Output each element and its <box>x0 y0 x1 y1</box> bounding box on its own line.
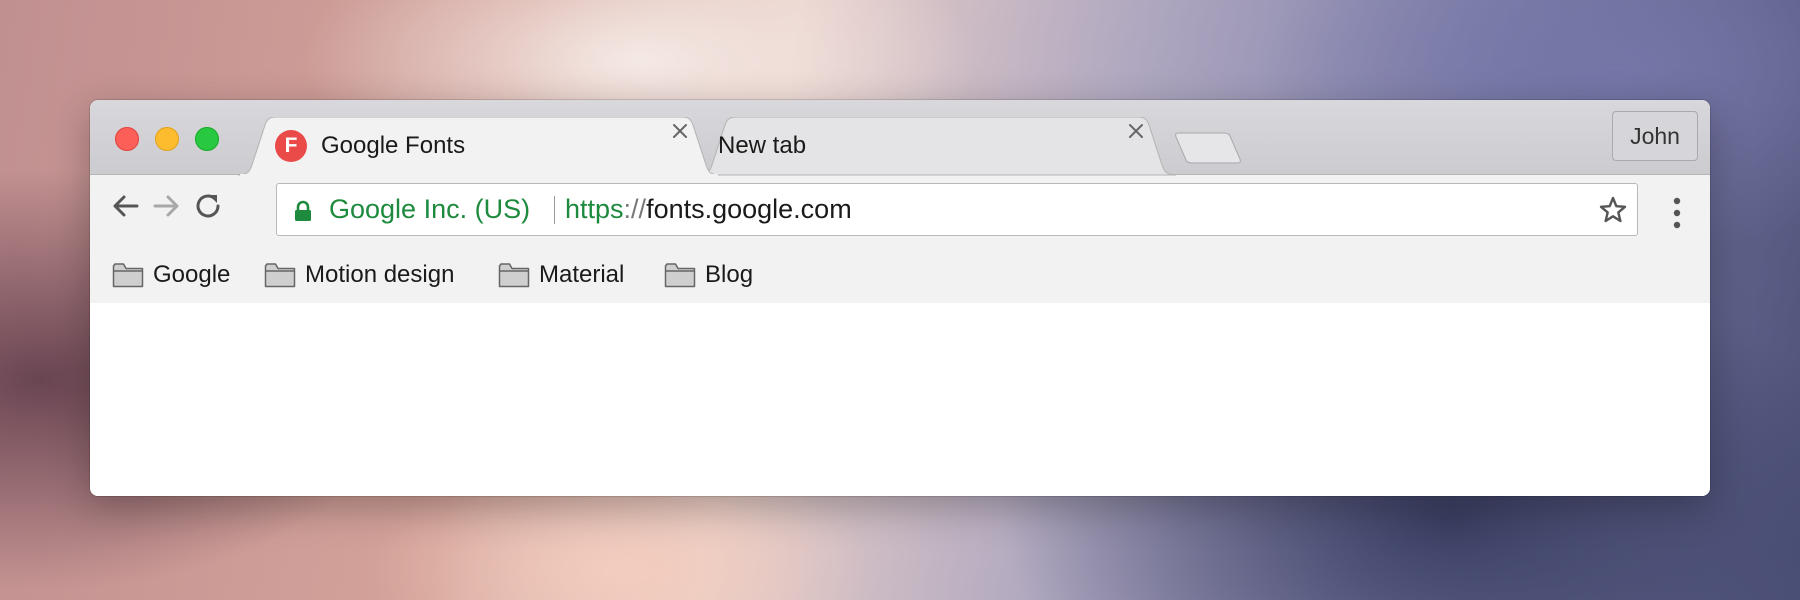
more-vert-icon[interactable] <box>1662 193 1692 233</box>
reload-icon <box>196 194 220 218</box>
bookmark-blog[interactable]: Blog <box>664 249 753 301</box>
profile-button[interactable]: John <box>1612 111 1698 161</box>
tab-google-fonts[interactable]: F Google Fonts <box>238 117 720 176</box>
tab-new-tab[interactable]: New tab <box>698 117 1176 176</box>
folder-icon <box>498 263 530 288</box>
star-icon[interactable] <box>1598 195 1628 225</box>
tab-title: Google Fonts <box>321 132 466 159</box>
security-chip-org: Google Inc. (US) <box>329 194 531 224</box>
bookmark-material[interactable]: Material <box>498 249 624 301</box>
back-button[interactable] <box>104 184 148 228</box>
address-bar[interactable]: Google Inc. (US) https://fonts.google.co… <box>276 183 1638 236</box>
folder-icon <box>664 263 696 288</box>
bookmark-google[interactable]: Google <box>112 249 230 301</box>
folder-icon <box>112 263 144 288</box>
new-tab-button[interactable] <box>1174 132 1244 164</box>
bookmark-label: Blog <box>705 261 754 288</box>
omnibox-separator <box>554 196 555 224</box>
close-icon[interactable] <box>1122 117 1150 145</box>
url-scheme-separator: :// <box>623 194 647 224</box>
bookmark-motion-design[interactable]: Motion design <box>264 249 454 301</box>
google-fonts-favicon-icon: F <box>275 130 307 162</box>
bookmark-label: Google <box>153 261 231 288</box>
bookmark-label: Motion design <box>305 261 455 288</box>
close-icon[interactable] <box>666 117 694 145</box>
window-close-button[interactable] <box>115 127 139 151</box>
bookmark-label: Material <box>539 261 625 288</box>
lock-icon <box>295 200 311 221</box>
arrow-forward-icon <box>153 195 179 217</box>
url-scheme: https <box>565 194 624 224</box>
folder-icon <box>264 263 296 288</box>
tab-title: New tab <box>718 132 807 159</box>
tab-strip: F Google Fonts New tab John <box>90 100 1710 176</box>
reload-button[interactable] <box>186 184 230 228</box>
forward-button[interactable] <box>144 184 188 228</box>
arrow-back-icon <box>113 195 139 217</box>
tab-content: New tab <box>718 117 806 175</box>
tab-content: F Google Fonts <box>275 117 465 175</box>
toolbar: Google Inc. (US) https://fonts.google.co… <box>90 174 1710 304</box>
page-content[interactable] <box>90 303 1710 496</box>
bookmarks-bar: Google Motion design Material Blog <box>90 249 1710 301</box>
browser-window: F Google Fonts New tab John Google Inc. … <box>90 100 1710 496</box>
url-text: https://fonts.google.com <box>565 184 852 235</box>
window-zoom-button[interactable] <box>195 127 219 151</box>
url-host: fonts.google.com <box>646 194 852 224</box>
window-minimize-button[interactable] <box>155 127 179 151</box>
profile-name: John <box>1630 122 1680 149</box>
